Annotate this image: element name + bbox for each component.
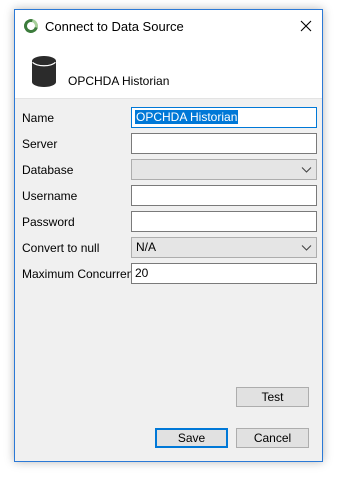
convert-to-null-label: Convert to null bbox=[22, 241, 100, 255]
username-input[interactable] bbox=[131, 185, 317, 206]
save-button[interactable]: Save bbox=[155, 428, 228, 448]
close-icon bbox=[300, 20, 312, 32]
database-select[interactable] bbox=[131, 159, 317, 180]
dialog-header: OPCHDA Historian bbox=[15, 42, 322, 98]
password-label: Password bbox=[22, 215, 75, 229]
max-concurrent-input[interactable]: 20 bbox=[131, 263, 317, 284]
connect-dialog: Connect to Data Source OPCHDA Historian … bbox=[14, 9, 323, 462]
database-label: Database bbox=[22, 163, 74, 177]
chevron-down-icon bbox=[301, 167, 312, 173]
convert-to-null-value: N/A bbox=[136, 240, 157, 254]
username-label: Username bbox=[22, 189, 78, 203]
chevron-down-icon bbox=[301, 245, 312, 251]
server-input[interactable] bbox=[131, 133, 317, 154]
name-label: Name bbox=[22, 111, 55, 125]
header-title: OPCHDA Historian bbox=[68, 74, 170, 88]
test-button[interactable]: Test bbox=[236, 387, 309, 407]
convert-to-null-select[interactable]: N/A bbox=[131, 237, 317, 258]
server-label: Server bbox=[22, 137, 58, 151]
cancel-button[interactable]: Cancel bbox=[236, 428, 309, 448]
window-title: Connect to Data Source bbox=[45, 19, 184, 34]
name-input[interactable]: OPCHDA Historian bbox=[131, 107, 317, 128]
header-divider bbox=[15, 98, 322, 99]
close-button[interactable] bbox=[290, 10, 322, 42]
database-icon bbox=[32, 56, 56, 87]
title-bar: Connect to Data Source bbox=[15, 10, 322, 42]
max-concurrent-label: Maximum Concurrent bbox=[22, 267, 137, 281]
name-input-value: OPCHDA Historian bbox=[135, 110, 239, 124]
connection-spinner-icon bbox=[21, 16, 41, 36]
password-input[interactable] bbox=[131, 211, 317, 232]
